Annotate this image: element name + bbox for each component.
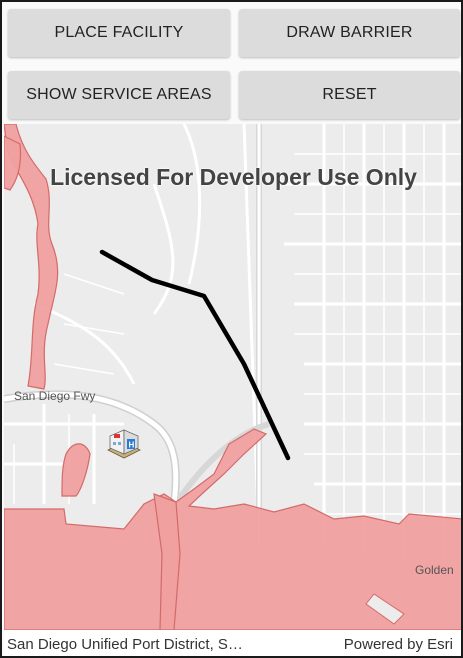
road-label: San Diego Fwy (14, 389, 95, 403)
reset-button[interactable]: RESET (239, 71, 460, 119)
show-service-areas-button[interactable]: SHOW SERVICE AREAS (8, 71, 230, 119)
map-view[interactable]: San Diego Fwy Golden H Licensed For Deve… (4, 124, 461, 630)
service-areas (4, 124, 461, 630)
hospital-icon[interactable]: H (107, 429, 141, 459)
license-watermark: Licensed For Developer Use Only (50, 164, 417, 190)
place-label: Golden (415, 563, 454, 577)
place-facility-button[interactable]: PLACE FACILITY (8, 9, 230, 57)
map-attribution: San Diego Unified Port District, S… Powe… (4, 630, 461, 656)
svg-text:H: H (129, 441, 135, 450)
app-window: PLACE FACILITY DRAW BARRIER SHOW SERVICE… (0, 0, 463, 658)
service-area-pier (61, 443, 91, 497)
attribution-source: San Diego Unified Port District, S… (7, 635, 243, 653)
draw-barrier-button[interactable]: DRAW BARRIER (239, 9, 460, 57)
powered-by-esri[interactable]: Powered by Esri (344, 636, 453, 653)
basemap: San Diego Fwy Golden H (4, 124, 461, 630)
